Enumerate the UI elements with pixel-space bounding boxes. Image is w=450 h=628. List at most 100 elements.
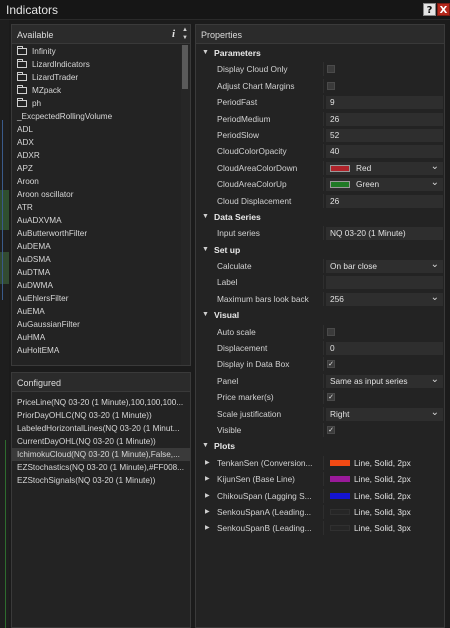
- configured-item[interactable]: EZStochSignals(NQ 03-20 (1 Minute)): [12, 474, 190, 487]
- close-button[interactable]: X: [437, 3, 450, 16]
- select-value: Right: [330, 408, 350, 419]
- info-icon[interactable]: i: [172, 28, 175, 40]
- list-item-label: AuHoltEMA: [17, 346, 60, 355]
- configured-item[interactable]: IchimokuCloud(NQ 03-20 (1 Minute),False,…: [12, 448, 190, 461]
- list-item[interactable]: AuDEMA: [12, 240, 180, 253]
- list-item[interactable]: AuADXVMA: [12, 214, 180, 227]
- available-scrollbar[interactable]: [181, 45, 190, 365]
- property-value-input[interactable]: 26: [326, 112, 443, 126]
- property-checkbox[interactable]: [327, 65, 335, 74]
- column-divider: [323, 193, 324, 208]
- property-label: Label: [196, 274, 444, 290]
- list-item[interactable]: ADXR: [12, 149, 180, 162]
- list-item[interactable]: ADX: [12, 136, 180, 149]
- list-item[interactable]: LizardTrader: [12, 71, 180, 84]
- chevron-down-icon[interactable]: ⌄: [431, 260, 439, 271]
- expand-arrow-icon[interactable]: ▶: [205, 459, 210, 466]
- expand-arrow-icon[interactable]: ▶: [205, 524, 210, 531]
- property-checkbox[interactable]: [327, 81, 335, 90]
- configured-item[interactable]: CurrentDayOHL(NQ 03-20 (1 Minute)): [12, 435, 190, 448]
- category-label: Parameters: [214, 48, 261, 58]
- column-divider: [323, 62, 324, 77]
- configured-item[interactable]: EZStochastics(NQ 03-20 (1 Minute),#FF008…: [12, 461, 190, 474]
- list-item[interactable]: AuHMA: [12, 331, 180, 344]
- list-item[interactable]: Aroon: [12, 175, 180, 188]
- expand-arrow-icon[interactable]: ▶: [205, 492, 210, 499]
- color-swatch: [330, 164, 350, 172]
- property-select[interactable]: Right ⌄: [326, 407, 443, 421]
- sort-updown-icon[interactable]: ▲ ▼: [182, 26, 188, 42]
- list-item[interactable]: ATR: [12, 201, 180, 214]
- list-item[interactable]: _ExcpectedRollingVolume: [12, 110, 180, 123]
- property-label: ChikouSpan (Lagging S...: [217, 490, 312, 501]
- property-checkbox[interactable]: ✓: [327, 393, 335, 402]
- list-item-label: MZpack: [32, 86, 62, 95]
- chevron-down-icon[interactable]: ⌄: [431, 162, 439, 173]
- configured-item[interactable]: PriceLine(NQ 03-20 (1 Minute),100,100,10…: [12, 396, 190, 409]
- chevron-down-icon[interactable]: ⌄: [431, 178, 439, 189]
- list-item[interactable]: ADL: [12, 123, 180, 136]
- plot-style[interactable]: Line, Solid, 2px: [326, 457, 443, 470]
- plot-style[interactable]: Line, Solid, 3px: [326, 506, 443, 519]
- collapse-arrow-icon[interactable]: ▼: [202, 442, 209, 449]
- property-select[interactable]: On bar close ⌄: [326, 260, 443, 274]
- property-select[interactable]: Same as input series ⌄: [326, 374, 443, 388]
- property-label: KijunSen (Base Line): [217, 474, 295, 485]
- category-visual[interactable]: ▼ Visual: [196, 307, 444, 323]
- list-item[interactable]: Aroon oscillator: [12, 188, 180, 201]
- collapse-arrow-icon[interactable]: ▼: [202, 213, 209, 220]
- property-value-input[interactable]: 52: [326, 128, 443, 142]
- list-item[interactable]: AuButterworthFilter: [12, 227, 180, 240]
- property-cloudcoloropacity: CloudColorOpacity 40: [196, 143, 444, 159]
- property-select[interactable]: 256 ⌄: [326, 292, 443, 306]
- property-checkbox[interactable]: [327, 327, 335, 336]
- column-divider: [323, 291, 324, 306]
- list-item[interactable]: MZpack: [12, 84, 180, 97]
- column-divider: [323, 373, 324, 388]
- chevron-down-icon[interactable]: ⌄: [431, 293, 439, 304]
- chevron-down-icon[interactable]: ⌄: [431, 375, 439, 386]
- list-item[interactable]: AuEhlersFilter: [12, 292, 180, 305]
- chevron-down-icon[interactable]: ⌄: [431, 408, 439, 419]
- property-checkbox[interactable]: ✓: [327, 360, 335, 369]
- list-item[interactable]: AuEMA: [12, 305, 180, 318]
- configured-item[interactable]: LabeledHorizontalLines(NQ 03-20 (1 Minut…: [12, 422, 190, 435]
- list-item[interactable]: Infinity: [12, 45, 180, 58]
- configured-item[interactable]: PriorDayOHLC(NQ 03-20 (1 Minute)): [12, 409, 190, 422]
- category-data-series[interactable]: ▼ Data Series: [196, 209, 444, 225]
- property-value-input[interactable]: 40: [326, 145, 443, 159]
- category-parameters[interactable]: ▼ Parameters: [196, 45, 444, 61]
- category-plots[interactable]: ▼ Plots: [196, 438, 444, 454]
- list-item[interactable]: AuGaussianFilter: [12, 318, 180, 331]
- property-label: CloudColorOpacity: [217, 146, 287, 157]
- scrollbar-thumb[interactable]: [182, 45, 188, 89]
- plot-style[interactable]: Line, Solid, 2px: [326, 490, 443, 503]
- collapse-arrow-icon[interactable]: ▼: [202, 311, 209, 318]
- property-senkouspanb-leading: ▶ SenkouSpanB (Leading... Line, Solid, 3px: [196, 520, 444, 536]
- property-value-input[interactable]: 9: [326, 96, 443, 110]
- list-item[interactable]: AuDWMA: [12, 279, 180, 292]
- property-value-input[interactable]: 0: [326, 342, 443, 356]
- plot-style[interactable]: Line, Solid, 3px: [326, 522, 443, 535]
- property-checkbox[interactable]: ✓: [327, 425, 335, 434]
- expand-arrow-icon[interactable]: ▶: [205, 475, 210, 482]
- color-picker[interactable]: Green ⌄: [326, 178, 443, 192]
- property-value-input[interactable]: [326, 276, 443, 290]
- property-label: PeriodSlow: [217, 129, 259, 140]
- plot-style[interactable]: Line, Solid, 2px: [326, 473, 443, 486]
- list-item-label: AuButterworthFilter: [17, 229, 88, 238]
- list-item[interactable]: LizardIndicators: [12, 58, 180, 71]
- list-item[interactable]: AuDTMA: [12, 266, 180, 279]
- help-button[interactable]: ?: [423, 3, 436, 16]
- property-value-input[interactable]: NQ 03-20 (1 Minute): [326, 227, 443, 241]
- category-set-up[interactable]: ▼ Set up: [196, 242, 444, 258]
- expand-arrow-icon[interactable]: ▶: [205, 508, 210, 515]
- list-item[interactable]: AuHoltEMA: [12, 344, 180, 357]
- collapse-arrow-icon[interactable]: ▼: [202, 246, 209, 253]
- list-item[interactable]: ph: [12, 97, 180, 110]
- collapse-arrow-icon[interactable]: ▼: [202, 49, 209, 56]
- list-item[interactable]: AuDSMA: [12, 253, 180, 266]
- color-picker[interactable]: Red ⌄: [326, 161, 443, 175]
- property-value-input[interactable]: 26: [326, 194, 443, 208]
- list-item[interactable]: APZ: [12, 162, 180, 175]
